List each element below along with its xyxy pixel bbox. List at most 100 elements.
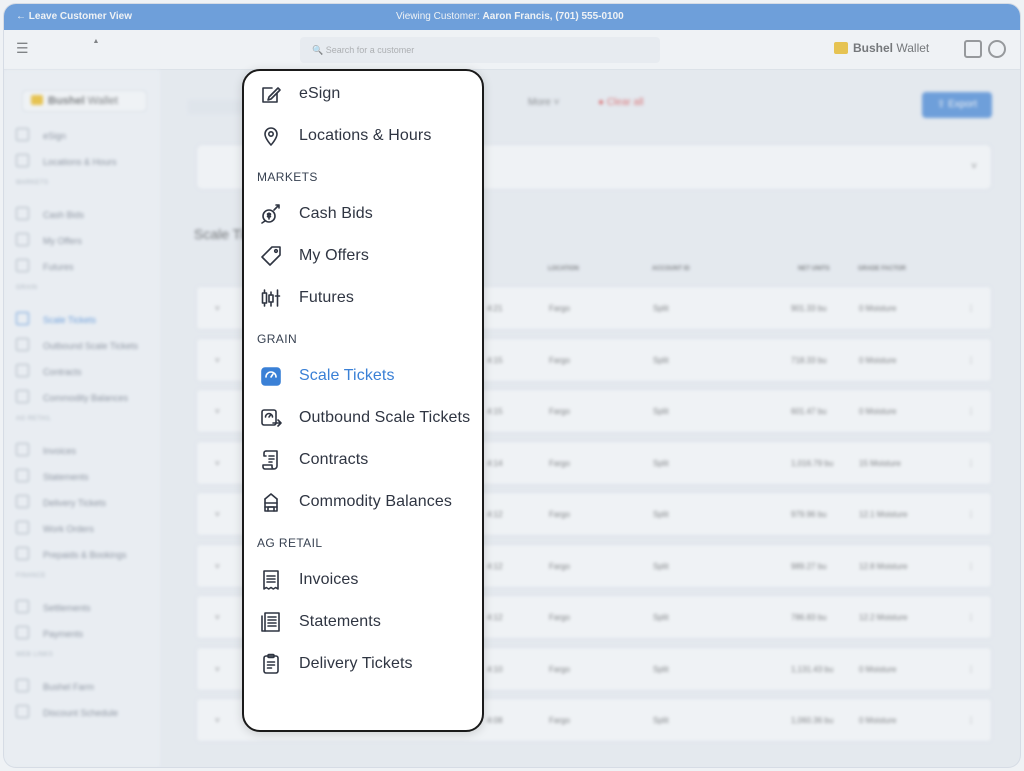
menu-item-my-offers[interactable]: My Offers xyxy=(244,236,482,276)
menu-item-label: Delivery Tickets xyxy=(299,655,413,673)
account-id-cell: Split xyxy=(653,664,669,674)
sidebar-item[interactable]: Work Orders xyxy=(16,521,94,534)
row-menu-icon[interactable]: ⋮ xyxy=(967,407,975,416)
app-window: ← Leave Customer View Viewing Customer: … xyxy=(4,4,1020,767)
esign-icon xyxy=(262,87,281,103)
menu-item-label: Locations & Hours xyxy=(299,127,432,145)
sidebar-item[interactable]: Futures xyxy=(16,259,74,272)
menu-item-label: Contracts xyxy=(299,451,369,469)
expand-chevron-icon[interactable]: ˅ xyxy=(215,665,220,674)
net-units-cell: 1,131.43 bu xyxy=(791,664,834,674)
menu-item-cash-bids[interactable]: Cash Bids xyxy=(244,194,482,234)
chevron-down-icon[interactable]: ˅ xyxy=(971,161,977,172)
grade-factor-cell: 0 Moisture xyxy=(859,716,897,725)
menu-item-label: Cash Bids xyxy=(299,204,373,222)
customer-search-input[interactable]: 🔍 Search for a customer xyxy=(300,37,660,63)
expand-chevron-icon[interactable]: ˅ xyxy=(215,562,220,571)
sidebar-item[interactable]: Contracts xyxy=(16,364,82,377)
sidebar-item[interactable]: eSign xyxy=(16,128,66,141)
menu-item-esign[interactable]: eSign xyxy=(244,74,482,114)
column-header-grade-factor: GRADE FACTOR xyxy=(858,266,906,272)
ticket-time: 4:08 xyxy=(487,716,503,725)
sidebar-item[interactable]: Locations & Hours xyxy=(16,154,117,167)
account-icon[interactable] xyxy=(988,40,1006,58)
row-menu-icon[interactable]: ⋮ xyxy=(967,304,975,313)
location-cell: Fargo xyxy=(549,304,570,313)
menu-item-futures[interactable]: Futures xyxy=(244,278,482,318)
top-bar: ☰ ▲ 🔍 Search for a customer Bushel Walle… xyxy=(4,30,1020,70)
expand-chevron-icon[interactable]: ˅ xyxy=(215,613,220,622)
menu-section-label-markets: MARKETS xyxy=(257,169,318,184)
expand-chevron-icon[interactable]: ˅ xyxy=(215,407,220,416)
row-menu-icon[interactable]: ⋮ xyxy=(967,665,975,674)
row-menu-icon[interactable]: ⋮ xyxy=(967,510,975,519)
account-id-cell: Split xyxy=(653,407,669,416)
sidebar-item[interactable]: Bushel Farm xyxy=(16,679,94,692)
ticket-time: 4:15 xyxy=(487,407,503,416)
net-units-cell: 1,060.36 bu xyxy=(791,716,834,725)
menu-item-commodity-balances[interactable]: Commodity Balances xyxy=(244,482,482,522)
expand-chevron-icon[interactable]: ˅ xyxy=(215,356,220,365)
menu-section-label-ag-retail: AG RETAIL xyxy=(257,535,323,550)
bushel-wallet-brand[interactable]: Bushel Wallet xyxy=(834,41,929,55)
grain-bin-icon xyxy=(264,493,278,513)
menu-item-label: My Offers xyxy=(299,246,369,264)
sidebar-item[interactable]: Invoices xyxy=(16,443,76,456)
grade-factor-cell: 12.1 Moisture xyxy=(859,510,908,519)
sidebar-item[interactable]: Commodity Balances xyxy=(16,390,128,403)
expand-chevron-icon[interactable]: ˅ xyxy=(215,716,220,725)
viewing-customer-text: Viewing Customer: Aaron Francis, (701) 5… xyxy=(396,11,624,22)
row-menu-icon[interactable]: ⋮ xyxy=(967,613,975,622)
menu-item-statements[interactable]: Statements xyxy=(244,602,482,642)
clear-all-button[interactable]: ● Clear all xyxy=(598,97,644,108)
expand-chevron-icon[interactable]: ˅ xyxy=(215,510,220,519)
contract-icon xyxy=(262,450,278,470)
ticket-time: 4:14 xyxy=(487,458,503,468)
sidebar: Bushel Wallet eSign Locations & Hours MARK… xyxy=(4,70,160,767)
sidebar-item[interactable]: Discount Schedule xyxy=(16,705,118,718)
menu-item-outbound-scale-tickets[interactable]: Outbound Scale Tickets xyxy=(244,398,482,438)
menu-item-contracts[interactable]: Contracts xyxy=(244,440,482,480)
row-menu-icon[interactable]: ⋮ xyxy=(967,562,975,571)
notifications-icon[interactable] xyxy=(964,40,982,58)
row-menu-icon[interactable]: ⋮ xyxy=(967,716,975,725)
wallet-icon xyxy=(31,95,43,105)
row-menu-icon[interactable]: ⋮ xyxy=(967,459,975,468)
account-id-cell: Split xyxy=(653,304,669,313)
sidebar-section-label: GRAIN xyxy=(16,285,38,291)
grade-factor-cell: 15 Moisture xyxy=(859,458,901,468)
location-cell: Fargo xyxy=(549,613,570,622)
filter-chip[interactable] xyxy=(188,100,248,114)
ticket-time: 4:10 xyxy=(487,664,503,674)
sidebar-item[interactable]: Payments xyxy=(16,626,83,639)
menu-item-locations-hours[interactable]: Locations & Hours xyxy=(244,116,482,156)
sidebar-item[interactable]: Prepaids & Bookings xyxy=(16,547,127,560)
menu-item-delivery-tickets[interactable]: Delivery Tickets xyxy=(244,644,482,684)
menu-item-label: eSign xyxy=(299,85,341,102)
company-logo: ▲ xyxy=(92,38,100,45)
sidebar-item[interactable]: Delivery Tickets xyxy=(16,495,106,508)
expand-chevron-icon[interactable]: ˅ xyxy=(215,304,220,313)
export-button[interactable]: ⇪ Export xyxy=(922,92,992,118)
location-cell: Fargo xyxy=(549,407,570,416)
sidebar-item[interactable]: My Offers xyxy=(16,233,82,246)
expand-chevron-icon[interactable]: ˅ xyxy=(215,459,220,468)
sidebar-item[interactable]: Cash Bids xyxy=(16,207,84,220)
more-filters-button[interactable]: More ˅ xyxy=(528,97,559,108)
sidebar-item[interactable]: Settlements xyxy=(16,600,91,613)
sidebar-item[interactable]: Statements xyxy=(16,469,89,482)
sidebar-brand: Bushel Wallet xyxy=(22,90,147,112)
hamburger-menu-icon[interactable]: ☰ xyxy=(16,40,29,57)
account-id-cell: Split xyxy=(653,458,669,468)
leave-customer-view-link[interactable]: ← Leave Customer View xyxy=(16,11,132,22)
row-menu-icon[interactable]: ⋮ xyxy=(967,356,975,365)
delivery-ticket-icon xyxy=(263,653,279,675)
menu-item-label: Commodity Balances xyxy=(299,493,452,511)
sidebar-item[interactable]: Scale Tickets xyxy=(16,312,96,325)
menu-item-invoices[interactable]: Invoices xyxy=(244,560,482,600)
wallet-icon xyxy=(834,42,848,54)
menu-item-label: Outbound Scale Tickets xyxy=(299,408,471,426)
menu-item-scale-tickets[interactable]: Scale Tickets xyxy=(244,356,482,396)
navigation-menu-callout: eSign Locations & Hours MARKETS Cash Bids My… xyxy=(242,69,484,732)
sidebar-item[interactable]: Outbound Scale Tickets xyxy=(16,338,138,351)
